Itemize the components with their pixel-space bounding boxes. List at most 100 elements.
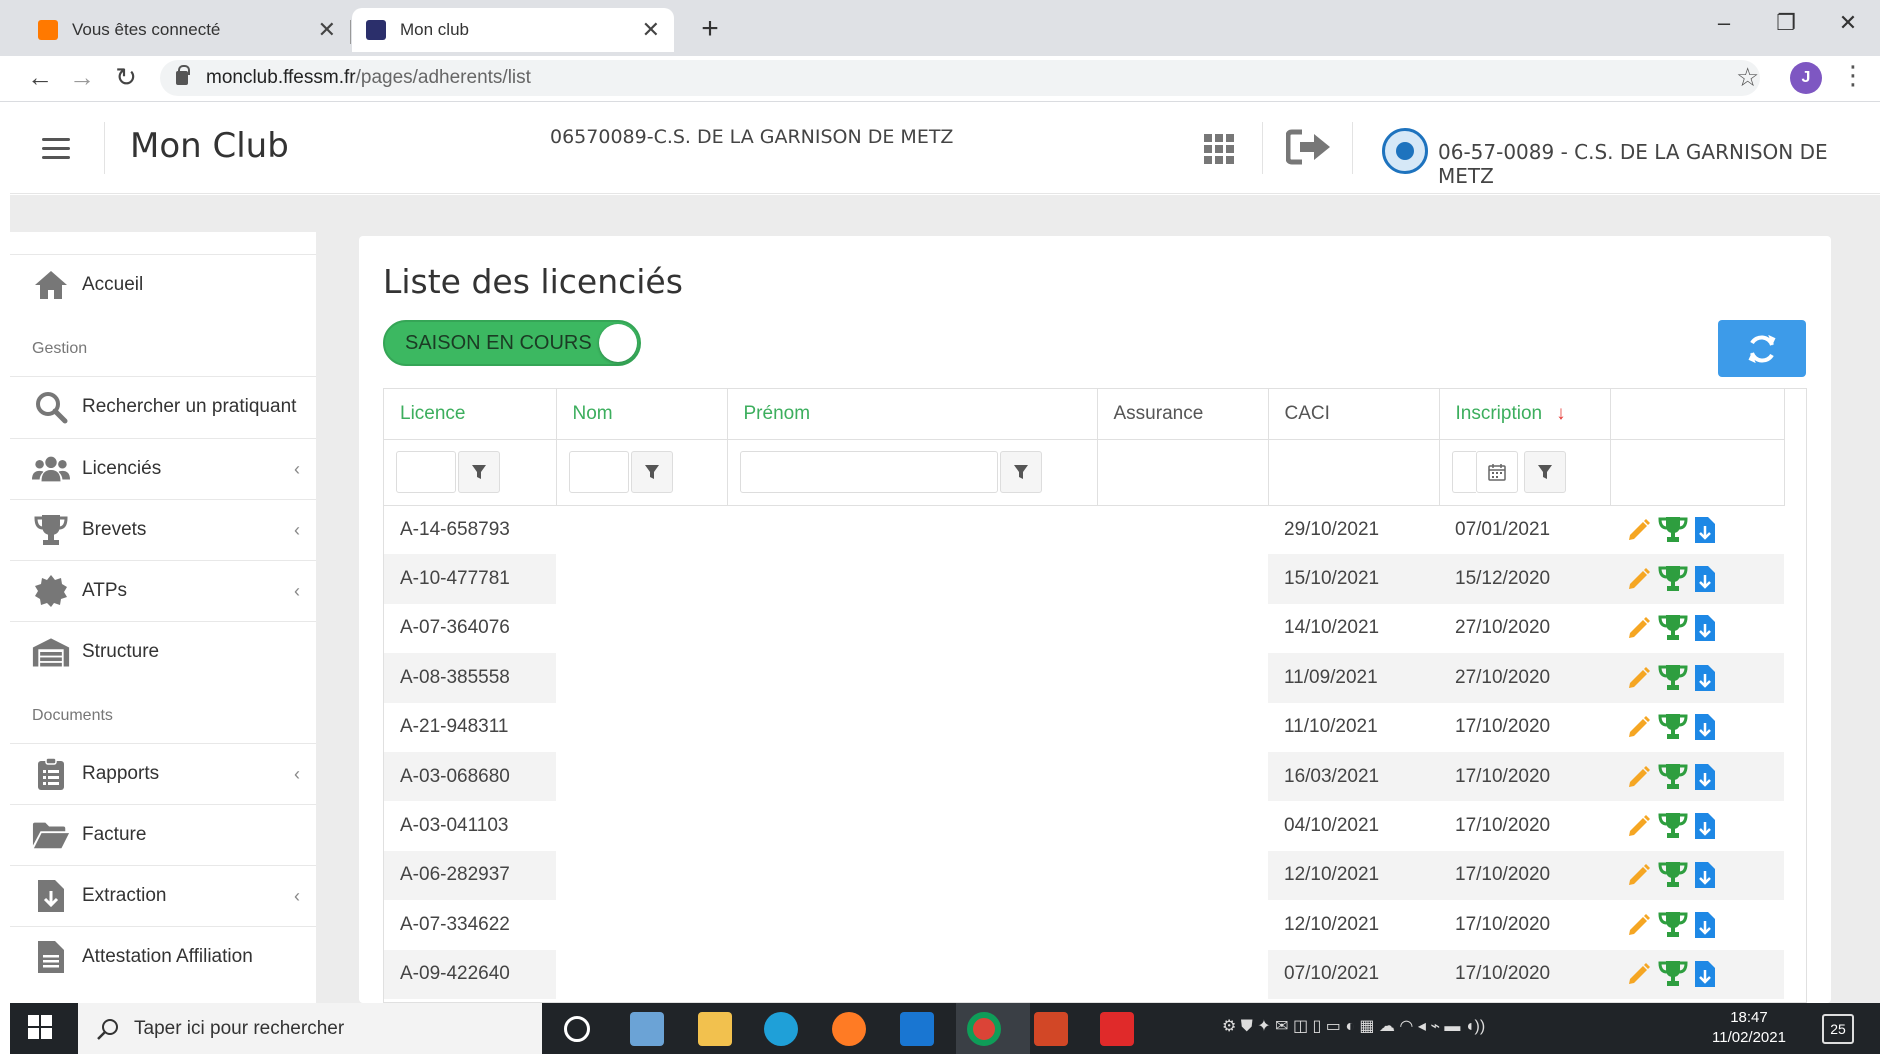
trophy-icon[interactable]: [1658, 812, 1688, 840]
download-file-icon[interactable]: [1694, 614, 1716, 642]
apps-grid-icon[interactable]: [1204, 134, 1234, 164]
filter-funnel-icon[interactable]: [630, 451, 673, 493]
trophy-icon[interactable]: [1658, 664, 1688, 692]
firefox-icon[interactable]: [832, 1012, 866, 1046]
refresh-button[interactable]: [1718, 320, 1806, 377]
assurance-cell: [1097, 751, 1268, 802]
edit-pencil-icon[interactable]: [1626, 961, 1652, 987]
download-file-icon[interactable]: [1694, 861, 1716, 889]
sidebar-item-extraction[interactable]: Extraction ‹: [10, 865, 316, 926]
edit-pencil-icon[interactable]: [1626, 566, 1652, 592]
nom-filter-input[interactable]: [568, 451, 629, 493]
minimize-icon[interactable]: –: [1704, 10, 1744, 36]
hamburger-menu-icon[interactable]: [42, 138, 70, 160]
edge-browser-icon[interactable]: [764, 1012, 798, 1046]
sidebar-item-atps[interactable]: ATPs ‹: [10, 560, 316, 621]
trophy-icon[interactable]: [1658, 516, 1688, 544]
table-header-row: Licence Nom Prénom Assurance CACI Inscri…: [384, 389, 1785, 440]
trophy-icon[interactable]: [1658, 911, 1688, 939]
download-file-icon[interactable]: [1694, 664, 1716, 692]
trophy-icon[interactable]: [1658, 763, 1688, 791]
download-file-icon[interactable]: [1694, 516, 1716, 544]
logout-icon[interactable]: [1286, 128, 1332, 166]
reload-icon[interactable]: ↻: [108, 62, 144, 93]
users-icon: [32, 452, 70, 486]
actions-cell: [1610, 900, 1784, 949]
prenom-filter-input[interactable]: [739, 451, 998, 493]
filter-funnel-icon[interactable]: [458, 451, 500, 493]
sidebar-item-label: Facture: [82, 824, 147, 845]
url-host: monclub.ffessm.fr: [206, 67, 356, 88]
edit-pencil-icon[interactable]: [1626, 912, 1652, 938]
browser-tab-mon-club[interactable]: Mon club ✕: [352, 8, 674, 52]
powerpoint-icon[interactable]: [1034, 1012, 1068, 1046]
inscription-cell: 17/10/2020: [1439, 850, 1610, 901]
download-file-icon[interactable]: [1694, 960, 1716, 988]
taskbar-clock[interactable]: 18:47 11/02/2021: [1712, 1008, 1786, 1048]
forward-arrow-icon[interactable]: →: [64, 62, 100, 93]
edit-pencil-icon[interactable]: [1626, 764, 1652, 790]
column-header-nom[interactable]: Nom: [556, 389, 728, 440]
licence-cell: A-09-422640: [384, 949, 556, 999]
photos-app-icon[interactable]: [630, 1012, 664, 1046]
filter-funnel-icon[interactable]: [1523, 451, 1566, 493]
browser-menu-icon[interactable]: ⋮: [1840, 60, 1866, 91]
column-header-licence[interactable]: Licence: [384, 389, 557, 440]
system-tray-icons[interactable]: ⚙ ⛊ ✦ ✉ ◫ ▯ ▭ ◐ ▦ ☁ ◠ ◂ ⌁ ▬ ◖)): [1222, 1016, 1485, 1036]
edit-pencil-icon[interactable]: [1626, 714, 1652, 740]
filter-funnel-icon[interactable]: [999, 451, 1042, 493]
acrobat-icon[interactable]: [1100, 1012, 1134, 1046]
calendar-icon[interactable]: [1475, 451, 1518, 493]
edit-pencil-icon[interactable]: [1626, 862, 1652, 888]
club-name-right[interactable]: 06-57-0089 - C.S. DE LA GARNISON DE METZ: [1438, 140, 1880, 188]
restore-icon[interactable]: ❐: [1766, 10, 1806, 36]
trophy-icon[interactable]: [1658, 614, 1688, 642]
trophy-icon[interactable]: [1658, 713, 1688, 741]
sidebar-item-licencies[interactable]: Licenciés ‹: [10, 438, 316, 499]
edit-pencil-icon[interactable]: [1626, 615, 1652, 641]
download-file-icon[interactable]: [1694, 812, 1716, 840]
taskbar-search[interactable]: Taper ici pour rechercher: [78, 1003, 542, 1054]
sidebar-item-attestation[interactable]: Attestation Affiliation: [10, 926, 316, 987]
trophy-icon[interactable]: [1658, 861, 1688, 889]
licence-filter-input[interactable]: [396, 451, 456, 493]
chrome-icon[interactable]: [967, 1012, 1001, 1046]
season-toggle[interactable]: SAISON EN COURS: [383, 320, 641, 366]
download-file-icon[interactable]: [1694, 911, 1716, 939]
trophy-icon[interactable]: [1658, 565, 1688, 593]
sidebar-item-rapports[interactable]: Rapports ‹: [10, 743, 316, 804]
sidebar-item-rechercher[interactable]: Rechercher un pratiquant: [10, 376, 316, 437]
column-header-inscription[interactable]: Inscription ↓: [1439, 389, 1611, 440]
close-window-icon[interactable]: ✕: [1828, 10, 1868, 36]
windows-start-icon[interactable]: [28, 1015, 52, 1039]
header-divider: [1352, 122, 1353, 174]
notification-center-icon[interactable]: 25: [1822, 1014, 1854, 1044]
profile-avatar[interactable]: J: [1790, 62, 1822, 94]
close-tab-icon[interactable]: ✕: [318, 17, 336, 43]
table-row: A-21-948311 11/10/2021 17/10/2020: [384, 702, 1784, 752]
download-file-icon[interactable]: [1694, 763, 1716, 791]
download-file-icon[interactable]: [1694, 565, 1716, 593]
close-tab-icon[interactable]: ✕: [642, 17, 660, 43]
inscription-filter-input[interactable]: [1451, 451, 1476, 493]
prenom-cell: [727, 949, 1097, 999]
bookmark-star-icon[interactable]: ☆: [1736, 62, 1759, 93]
sidebar-item-accueil[interactable]: Accueil: [10, 254, 316, 315]
edit-pencil-icon[interactable]: [1626, 665, 1652, 691]
edit-pencil-icon[interactable]: [1626, 517, 1652, 543]
task-view-icon[interactable]: [564, 1016, 590, 1042]
sidebar-item-brevets[interactable]: Brevets ‹: [10, 499, 316, 560]
assurance-cell: [1097, 653, 1268, 703]
file-explorer-icon[interactable]: [698, 1012, 732, 1046]
trophy-icon[interactable]: [1658, 960, 1688, 988]
browser-tab-orange[interactable]: Vous êtes connecté ✕: [24, 8, 350, 52]
back-arrow-icon[interactable]: ←: [22, 62, 58, 93]
column-header-prenom[interactable]: Prénom: [727, 389, 1098, 440]
download-file-icon[interactable]: [1694, 713, 1716, 741]
edit-pencil-icon[interactable]: [1626, 813, 1652, 839]
sidebar-item-structure[interactable]: Structure: [10, 621, 316, 682]
url-bar[interactable]: monclub.ffessm.fr/pages/adherents/list: [160, 60, 1760, 96]
new-tab-icon[interactable]: +: [692, 12, 728, 48]
outlook-icon[interactable]: [900, 1012, 934, 1046]
sidebar-item-facture[interactable]: Facture: [10, 804, 316, 865]
